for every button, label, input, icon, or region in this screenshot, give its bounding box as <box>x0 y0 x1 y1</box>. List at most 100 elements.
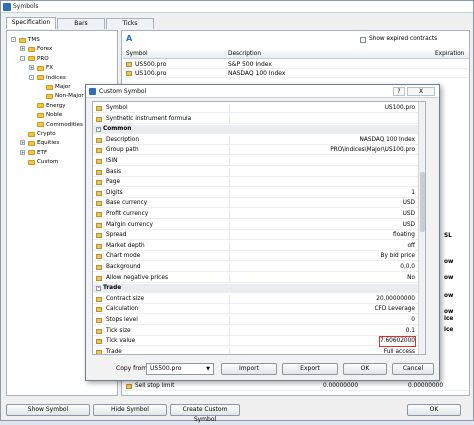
dialog-ok-button[interactable]: OK <box>343 363 387 375</box>
hidden-column-fragment: ice <box>444 316 454 322</box>
create-custom-symbol-button[interactable]: Create Custom Symbol <box>170 404 240 423</box>
property-row[interactable]: Digits 1 <box>93 188 419 198</box>
property-value[interactable]: USD <box>403 210 415 219</box>
property-value[interactable]: USD <box>403 199 415 208</box>
tree-expander-icon[interactable]: + <box>20 140 25 146</box>
property-section[interactable]: - Trade <box>93 284 419 294</box>
column-divider <box>229 220 230 230</box>
property-row[interactable]: Group path PRO\Indices\Major\US100.pro <box>93 146 419 156</box>
tree-item[interactable]: - Indices <box>29 74 111 82</box>
custom-symbol-dialog: Custom Symbol ? X Symbol US100.pro Synthet… <box>85 84 440 381</box>
property-value[interactable]: CFD Leverage <box>374 305 415 314</box>
property-row[interactable]: Market depth off <box>93 241 419 251</box>
property-row[interactable]: Base currency USD <box>93 199 419 209</box>
property-value[interactable]: 20.00000000 <box>376 295 415 304</box>
property-value[interactable]: 1 <box>411 189 415 198</box>
show-expired-checkbox[interactable] <box>360 37 366 43</box>
sell-stop-row[interactable]: Sell stop limit 0.00000000 0.00000000 <box>123 382 469 391</box>
col-symbol[interactable]: Symbol <box>126 50 148 59</box>
property-value[interactable]: USD <box>403 221 415 230</box>
import-button[interactable]: Import <box>221 363 277 375</box>
tree-item-label: Equities <box>37 140 60 147</box>
hide-symbol-button[interactable]: Hide Symbol <box>93 404 167 416</box>
property-row[interactable]: Trade Full access <box>93 347 419 354</box>
collapse-icon[interactable]: - <box>96 127 101 133</box>
hidden-column-fragment: ow <box>444 309 454 315</box>
property-row[interactable]: Page <box>93 178 419 188</box>
property-value[interactable]: floating <box>393 231 415 240</box>
tree-expander-icon[interactable]: + <box>29 65 34 71</box>
tree-item[interactable]: + Forex <box>20 45 111 53</box>
column-divider <box>229 294 230 304</box>
property-value[interactable]: NASDAQ 100 Index <box>360 136 415 145</box>
symbol-cell: US500.pro <box>135 61 167 68</box>
property-row[interactable]: Stops level 0 <box>93 316 419 325</box>
property-value[interactable]: Full access <box>384 348 415 354</box>
col-description[interactable]: Description <box>228 50 261 59</box>
property-value[interactable]: 7.60602000 <box>378 336 417 348</box>
property-row[interactable]: Basis <box>93 167 419 177</box>
tree-expander-icon[interactable]: + <box>20 149 25 155</box>
property-row[interactable]: Contract size 20.00000000 <box>93 294 419 304</box>
tab-specification[interactable]: Specification <box>6 17 56 29</box>
property-row[interactable]: Tick size 0.1 <box>93 326 419 336</box>
property-row[interactable]: Allow negative prices No <box>93 273 419 283</box>
property-grid-scrollbar[interactable] <box>418 102 425 354</box>
column-divider <box>229 241 230 251</box>
property-row[interactable]: Tick value 7.60602000 <box>93 336 419 348</box>
property-value[interactable]: 0,0,0 <box>400 263 415 272</box>
close-button[interactable]: X <box>407 87 435 96</box>
property-row[interactable]: Chart mode By bid price <box>93 252 419 262</box>
folder-icon <box>37 75 44 81</box>
property-value[interactable]: 0.1 <box>406 327 415 336</box>
tree-expander-icon[interactable]: + <box>20 46 25 52</box>
property-row[interactable]: Spread floating <box>93 231 419 241</box>
copy-from-select[interactable]: US500.pro ▼ <box>146 363 214 375</box>
tree-item[interactable]: - PRO <box>20 55 111 63</box>
property-row[interactable]: Calculation CFD Leverage <box>93 305 419 315</box>
folder-icon <box>28 140 35 146</box>
tree-item[interactable]: - TMS <box>11 36 111 44</box>
search-symbol-icon[interactable]: A <box>126 34 135 43</box>
property-row[interactable]: Margin currency USD <box>93 220 419 230</box>
property-name: Tick size <box>106 327 131 334</box>
property-value[interactable]: off <box>407 242 415 251</box>
dialog-cancel-button[interactable]: Cancel <box>392 363 434 375</box>
property-value[interactable]: 0 <box>411 316 415 325</box>
table-row[interactable]: US100.pro NASDAQ 100 Index <box>123 69 469 78</box>
property-row[interactable]: Description NASDAQ 100 Index <box>93 135 419 145</box>
property-value[interactable]: No <box>407 274 415 283</box>
chevron-down-icon: ▼ <box>206 366 210 372</box>
property-name: Profit currency <box>106 211 149 217</box>
tree-expander-icon[interactable]: - <box>11 37 16 42</box>
tree-expander-icon[interactable]: - <box>29 74 34 80</box>
table-row[interactable]: US500.pro S&P 500 Index <box>123 60 469 69</box>
property-value[interactable]: US100.pro <box>385 104 415 113</box>
property-row[interactable]: ISIN <box>93 157 419 166</box>
tree-item[interactable]: + FX <box>29 64 111 72</box>
scrollbar-thumb[interactable] <box>420 172 425 232</box>
collapse-icon[interactable]: - <box>96 286 101 292</box>
property-row[interactable]: Profit currency USD <box>93 210 419 219</box>
tab-ticks[interactable]: Ticks <box>106 18 154 29</box>
section-label: Trade <box>103 285 122 292</box>
window-ok-button[interactable]: OK <box>407 404 461 416</box>
property-section[interactable]: - Common <box>93 125 419 135</box>
property-icon <box>126 384 132 389</box>
property-row[interactable]: Symbol US100.pro <box>93 104 419 113</box>
tab-bars[interactable]: Bars <box>57 18 105 29</box>
property-grid[interactable]: Symbol US100.pro Synthetic instrument form… <box>92 101 426 355</box>
property-row[interactable]: Synthetic instrument formula <box>93 114 419 124</box>
property-row[interactable]: Background 0,0,0 <box>93 263 419 272</box>
tree-expander-icon[interactable]: - <box>20 55 25 61</box>
col-expiration[interactable]: Expiration <box>435 50 464 59</box>
export-button[interactable]: Export <box>282 363 338 375</box>
show-symbol-button[interactable]: Show Symbol <box>6 404 90 416</box>
property-name: Page <box>106 179 121 186</box>
property-value[interactable]: PRO\Indices\Major\US100.pro <box>330 146 415 155</box>
section-label: Common <box>103 126 132 133</box>
property-value[interactable]: By bid price <box>381 252 416 261</box>
folder-icon <box>28 131 35 137</box>
help-button[interactable]: ? <box>393 87 405 96</box>
symbols-table-header: Symbol Description Expiration <box>123 50 469 59</box>
